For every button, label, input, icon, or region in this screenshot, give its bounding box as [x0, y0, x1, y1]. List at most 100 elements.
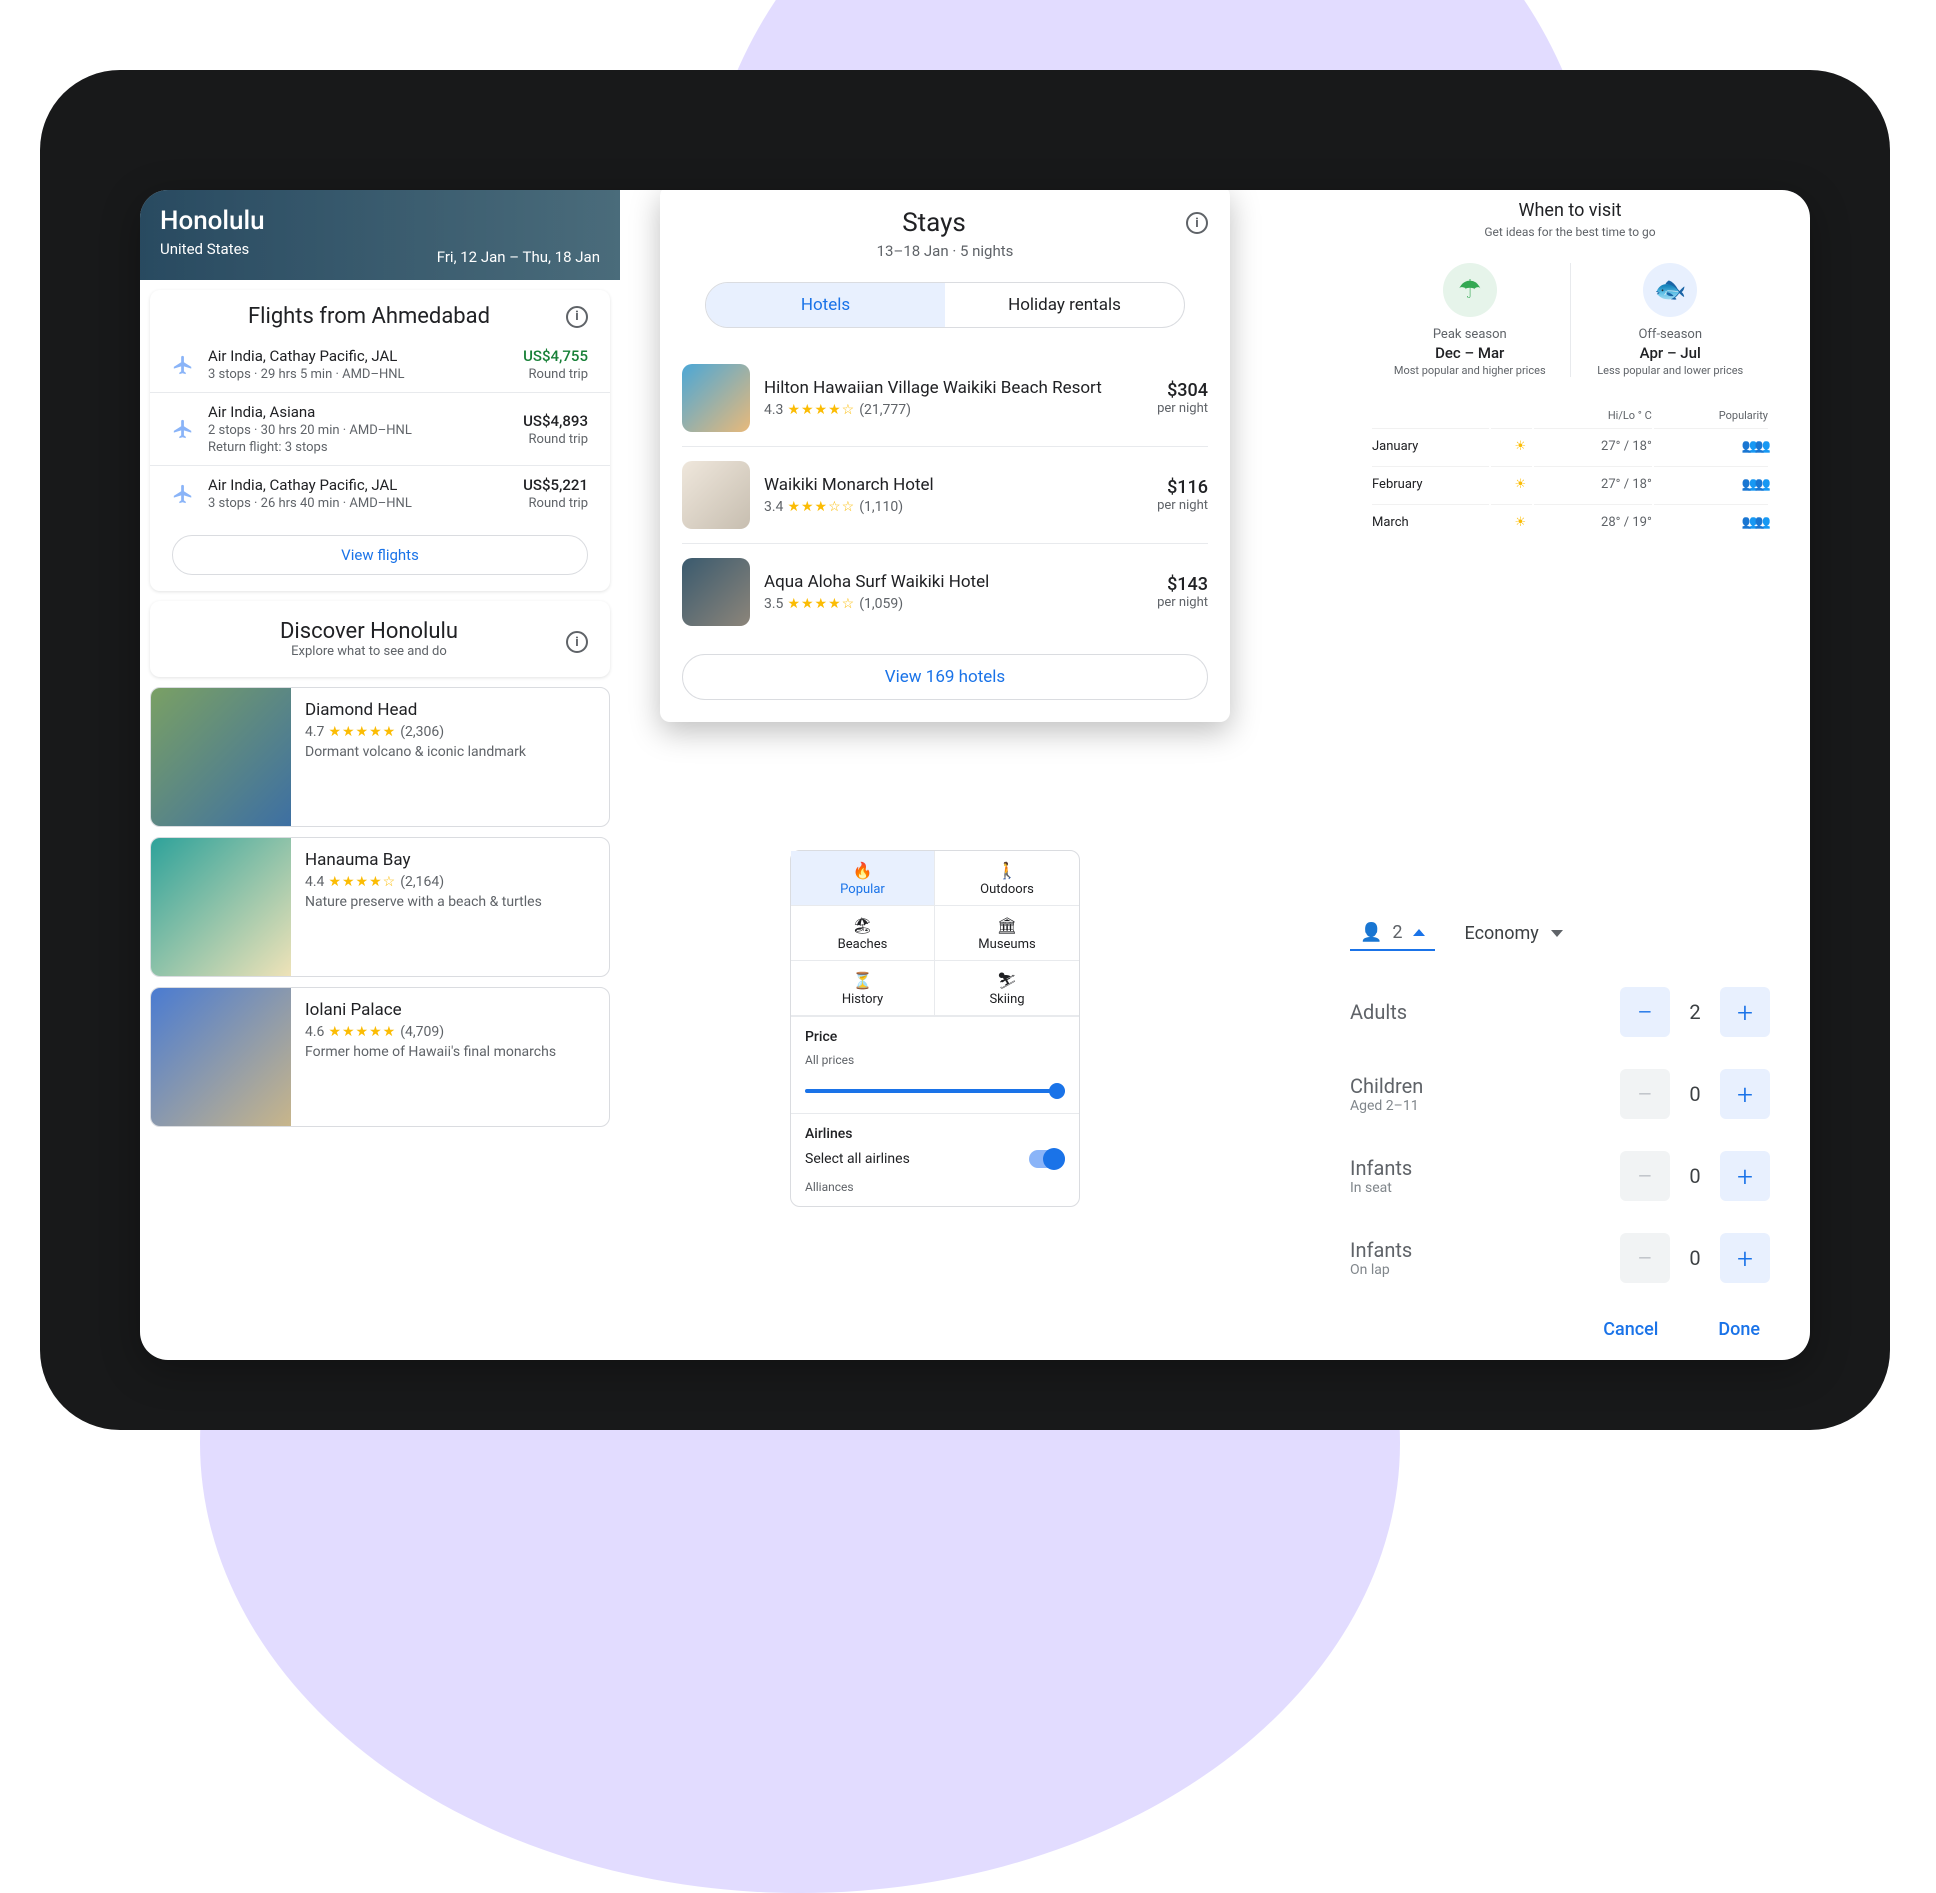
- passenger-type-row: Adults − 2 +: [1350, 971, 1770, 1053]
- hotel-row[interactable]: Hilton Hawaiian Village Waikiki Beach Re…: [682, 350, 1208, 446]
- poi-image: [151, 988, 291, 1127]
- stays-title: Stays: [682, 208, 1186, 238]
- category-beaches[interactable]: 🏖 Beaches: [791, 906, 935, 961]
- flights-title: Flights from Ahmedabad: [172, 304, 566, 329]
- passenger-value: 0: [1670, 1082, 1720, 1106]
- when-subtitle: Get ideas for the best time to go: [1370, 225, 1770, 239]
- month-row[interactable]: January ☀ 27° / 18° 👥👥: [1372, 428, 1768, 464]
- flight-row[interactable]: Air India, Cathay Pacific, JAL 3 stops ·…: [150, 465, 610, 521]
- plane-icon: [172, 354, 194, 376]
- category-popular[interactable]: 🔥 Popular: [791, 851, 935, 906]
- stays-tabs: Hotels Holiday rentals: [705, 282, 1185, 328]
- category-museums[interactable]: 🏛 Museums: [935, 906, 1079, 961]
- left-column: Honolulu United States Fri, 12 Jan – Thu…: [140, 190, 620, 1127]
- flight-row[interactable]: Air India, Cathay Pacific, JAL 3 stops ·…: [150, 337, 610, 392]
- price-filter-label: Price: [805, 1029, 1065, 1045]
- category-outdoors[interactable]: 🚶 Outdoors: [935, 851, 1079, 906]
- info-icon[interactable]: i: [1186, 212, 1208, 234]
- flight-meta: 3 stops · 29 hrs 5 min · AMD–HNL: [208, 367, 523, 382]
- discover-card: Discover Honolulu Explore what to see an…: [150, 601, 610, 677]
- decrement-button[interactable]: −: [1620, 1233, 1670, 1283]
- passenger-value: 0: [1670, 1246, 1720, 1270]
- sun-icon: ☀: [1514, 477, 1526, 492]
- umbrella-icon: ☂: [1443, 263, 1497, 317]
- poi-image: [151, 688, 291, 827]
- discover-subtitle: Explore what to see and do: [172, 644, 566, 659]
- app-canvas: Honolulu United States Fri, 12 Jan – Thu…: [140, 190, 1810, 1360]
- info-icon[interactable]: i: [566, 631, 588, 653]
- month-row[interactable]: March ☀ 28° / 19° 👥👥: [1372, 504, 1768, 540]
- decrement-button[interactable]: −: [1620, 1069, 1670, 1119]
- category-icon: 🚶: [935, 861, 1079, 880]
- poi-item[interactable]: Diamond Head 4.7 ★★★★★ (2,306) Dormant v…: [150, 687, 610, 827]
- increment-button[interactable]: +: [1720, 1069, 1770, 1119]
- decrement-button[interactable]: −: [1620, 987, 1670, 1037]
- when-to-visit: When to visit Get ideas for the best tim…: [1370, 200, 1770, 542]
- hotel-name: Hilton Hawaiian Village Waikiki Beach Re…: [764, 378, 1157, 398]
- plane-icon: [172, 418, 194, 440]
- stays-card: Stays i 13–18 Jan · 5 nights Hotels Holi…: [660, 190, 1230, 722]
- category-icon: 🏖: [791, 916, 934, 935]
- when-title: When to visit: [1370, 200, 1770, 221]
- destination-hero: Honolulu United States Fri, 12 Jan – Thu…: [140, 190, 620, 280]
- person-icon: 👤: [1360, 922, 1382, 943]
- off-season: 🐟 Off-season Apr – Jul Less popular and …: [1571, 263, 1771, 377]
- star-icon: ★★★★★: [328, 724, 396, 740]
- category-history[interactable]: ⏳ History: [791, 961, 935, 1016]
- category-skiing[interactable]: ⛷ Skiing: [935, 961, 1079, 1016]
- month-row[interactable]: February ☀ 27° / 18° 👥👥: [1372, 466, 1768, 502]
- select-all-airlines-label: Select all airlines: [805, 1151, 1029, 1167]
- flight-trip-type: Round trip: [523, 432, 588, 447]
- star-icon: ★★★★★: [328, 1024, 396, 1040]
- flight-meta: 2 stops · 30 hrs 20 min · AMD–HNL: [208, 423, 523, 438]
- flight-airlines: Air India, Asiana: [208, 403, 523, 421]
- sun-icon: ☀: [1514, 439, 1526, 454]
- info-icon[interactable]: i: [566, 306, 588, 328]
- passenger-type-row: ChildrenAged 2–11 − 0 +: [1350, 1053, 1770, 1135]
- flight-row[interactable]: Air India, Asiana 2 stops · 30 hrs 20 mi…: [150, 392, 610, 465]
- caret-down-icon: [1551, 930, 1563, 937]
- hotel-image: [682, 558, 750, 626]
- hotel-image: [682, 364, 750, 432]
- hotel-row[interactable]: Aqua Aloha Surf Waikiki Hotel 3.5 ★★★★☆ …: [682, 543, 1208, 640]
- increment-button[interactable]: +: [1720, 1151, 1770, 1201]
- passenger-value: 2: [1670, 1000, 1720, 1024]
- increment-button[interactable]: +: [1720, 987, 1770, 1037]
- passenger-count-dropdown[interactable]: 👤 2: [1350, 916, 1435, 951]
- poi-description: Dormant volcano & iconic landmark: [305, 744, 595, 760]
- passenger-type-row: InfantsOn lap − 0 +: [1350, 1217, 1770, 1299]
- cancel-button[interactable]: Cancel: [1603, 1319, 1658, 1340]
- price-slider[interactable]: [805, 1081, 1065, 1101]
- poi-image: [151, 838, 291, 977]
- select-all-airlines-toggle[interactable]: [1029, 1150, 1065, 1168]
- view-hotels-button[interactable]: View 169 hotels: [682, 654, 1208, 700]
- done-button[interactable]: Done: [1718, 1319, 1760, 1340]
- passenger-type-row: InfantsIn seat − 0 +: [1350, 1135, 1770, 1217]
- decrement-button[interactable]: −: [1620, 1151, 1670, 1201]
- poi-name: Iolani Palace: [305, 1000, 595, 1020]
- hotel-price-unit: per night: [1157, 595, 1208, 610]
- poi-item[interactable]: Iolani Palace 4.6 ★★★★★ (4,709) Former h…: [150, 987, 610, 1127]
- tab-holiday-rentals[interactable]: Holiday rentals: [945, 283, 1184, 327]
- hotel-name: Aqua Aloha Surf Waikiki Hotel: [764, 572, 1157, 592]
- tab-hotels[interactable]: Hotels: [706, 283, 945, 327]
- category-icon: 🏛: [935, 916, 1079, 935]
- popularity-icon: 👥👥: [1742, 477, 1768, 492]
- hotel-row[interactable]: Waikiki Monarch Hotel 3.4 ★★★☆☆ (1,110) …: [682, 446, 1208, 543]
- cabin-class-dropdown[interactable]: Economy: [1465, 923, 1563, 944]
- poi-description: Former home of Hawaii's final monarchs: [305, 1044, 595, 1060]
- increment-button[interactable]: +: [1720, 1233, 1770, 1283]
- star-icon: ★★★★☆: [328, 874, 396, 890]
- price-filter-value: All prices: [805, 1053, 1065, 1067]
- hotel-image: [682, 461, 750, 529]
- flight-price: US$4,893: [523, 412, 588, 430]
- category-icon: ⛷: [935, 971, 1079, 990]
- poi-item[interactable]: Hanauma Bay 4.4 ★★★★☆ (2,164) Nature pre…: [150, 837, 610, 977]
- flight-meta: 3 stops · 26 hrs 40 min · AMD–HNL: [208, 496, 523, 511]
- view-flights-button[interactable]: View flights: [172, 535, 588, 575]
- peak-season: ☂ Peak season Dec – Mar Most popular and…: [1370, 263, 1571, 377]
- sun-icon: ☀: [1514, 515, 1526, 530]
- flight-airlines: Air India, Cathay Pacific, JAL: [208, 476, 523, 494]
- destination-dates: Fri, 12 Jan – Thu, 18 Jan: [437, 248, 600, 266]
- passenger-panel: 👤 2 Economy Adults − 2 + ChildrenAged 2–…: [1350, 916, 1770, 1340]
